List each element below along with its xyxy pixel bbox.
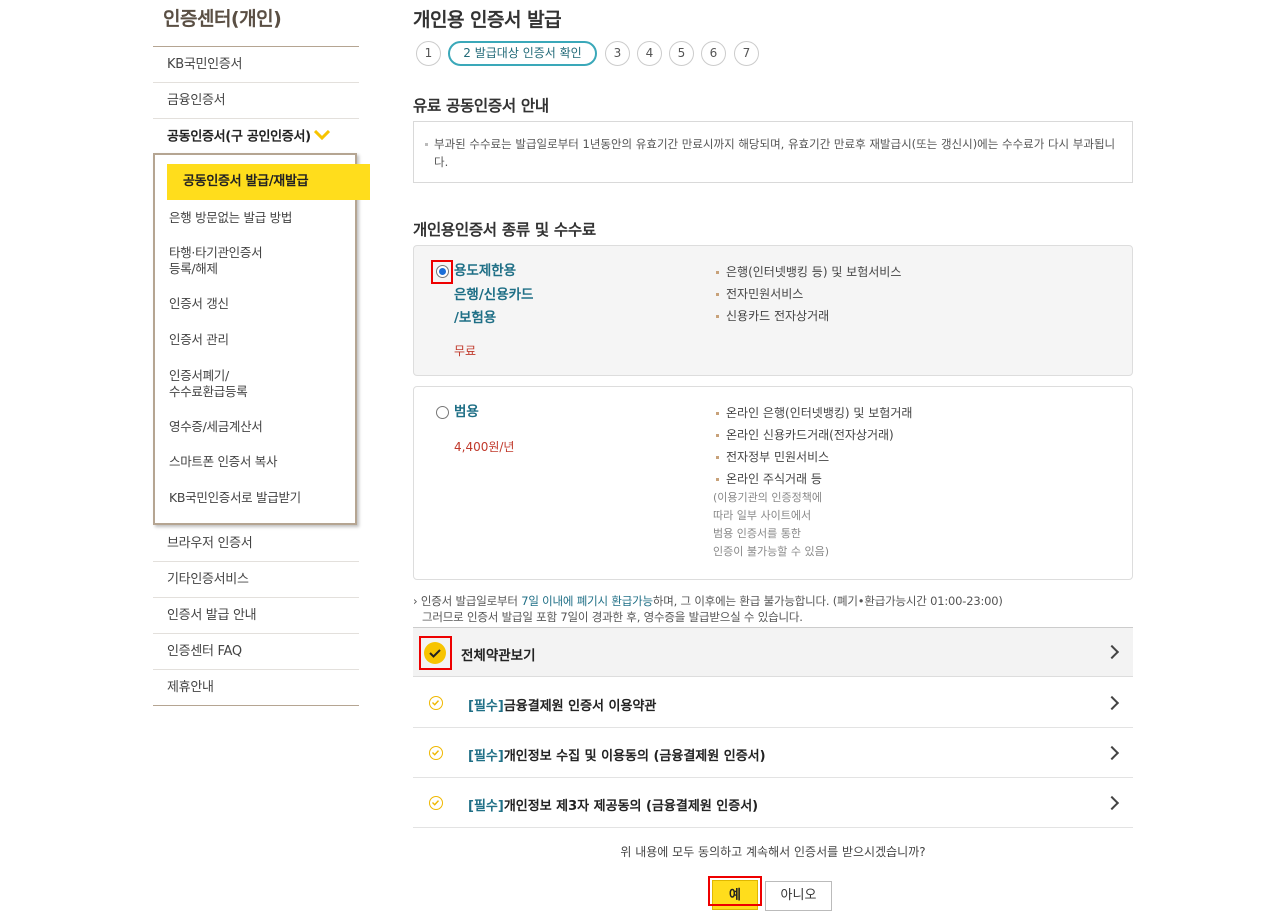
submenu-item-register[interactable]: 타행·타기관인증서 등록/해제	[169, 245, 263, 277]
submenu-item-receipt[interactable]: 영수증/세금계산서	[169, 419, 263, 435]
highlight-box	[419, 636, 452, 670]
step-1: 1	[416, 41, 441, 66]
page-title: 개인용 인증서 발급	[413, 9, 562, 31]
check-circle-icon[interactable]	[429, 696, 443, 710]
sidebar-item-kb-cert[interactable]: KB국민인증서	[153, 47, 359, 83]
agreement-label: [필수]개인정보 제3자 제공동의 (금융결제원 인증서)	[468, 799, 759, 814]
plan-name-limited: 용도제한용 은행/신용카드 /보험용	[454, 263, 534, 326]
sidebar-item-partnership[interactable]: 제휴안내	[153, 670, 359, 706]
submenu-item-issue[interactable]: 공동인증서 발급/재발급	[167, 164, 370, 200]
sidebar-item-other-services[interactable]: 기타인증서비스	[153, 562, 359, 598]
plan-price-limited: 무료	[454, 344, 477, 358]
step-6: 6	[701, 41, 726, 66]
submenu-item-no-visit[interactable]: 은행 방문없는 발급 방법	[169, 210, 292, 226]
chevron-right-icon	[1104, 644, 1120, 660]
agreement-row[interactable]: [필수]개인정보 수집 및 이용동의 (금융결제원 인증서)	[413, 728, 1133, 778]
sidebar-item-faq[interactable]: 인증센터 FAQ	[153, 634, 359, 670]
chevron-right-icon	[1104, 795, 1120, 811]
plan-price-general: 4,400원/년	[454, 440, 515, 454]
plan-radio-general[interactable]	[436, 406, 449, 419]
plan-feature: 은행(인터넷뱅킹 등) 및 보험서비스	[716, 263, 901, 280]
fee-section-title: 개인용인증서 종류 및 수수료	[413, 221, 596, 239]
sidebar-item-browser-cert[interactable]: 브라우저 인증서	[153, 526, 359, 562]
submenu-item-manage[interactable]: 인증서 관리	[169, 332, 229, 348]
bullet-icon	[425, 143, 428, 146]
plan-feature: 신용카드 전자상거래	[716, 307, 829, 324]
step-4: 4	[637, 41, 662, 66]
step-2-current: 2 발급대상 인증서 확인	[448, 41, 597, 66]
sidebar-item-label: 공동인증서(구 공인인증서)	[167, 129, 311, 145]
refund-notice: › 인증서 발급일로부터 7일 이내에 폐기시 환급가능하며, 그 이후에는 환…	[413, 594, 1003, 624]
chevron-down-icon	[313, 119, 330, 155]
all-agree-label: 전체약관보기	[461, 648, 536, 664]
chevron-right-icon	[1104, 695, 1120, 711]
plan-feature: 온라인 신용카드거래(전자상거래)	[716, 426, 894, 443]
submenu-item-kb-issue[interactable]: KB국민인증서로 발급받기	[169, 490, 301, 506]
no-button[interactable]: 아니오	[765, 881, 832, 911]
agreement-row[interactable]: [필수]금융결제원 인증서 이용약관	[413, 678, 1133, 728]
sidebar-submenu: 공동인증서 발급/재발급 은행 방문없는 발급 방법 타행·타기관인증서 등록/…	[153, 153, 370, 525]
step-7: 7	[734, 41, 759, 66]
notice-box: 부과된 수수료는 발급일로부터 1년동안의 유효기간 만료시까지 해당되며, 유…	[413, 121, 1133, 183]
sidebar-item-issue-guide[interactable]: 인증서 발급 안내	[153, 598, 359, 634]
check-circle-icon[interactable]	[429, 746, 443, 760]
submenu-item-renew[interactable]: 인증서 갱신	[169, 296, 229, 312]
plan-feature: 전자정부 민원서비스	[716, 448, 829, 465]
submenu-item-revoke[interactable]: 인증서폐기/ 수수료환급등록	[169, 368, 248, 400]
notice-section-title: 유료 공동인증서 안내	[413, 97, 549, 115]
submenu-item-smartphone-copy[interactable]: 스마트폰 인증서 복사	[169, 454, 277, 470]
all-agree-row[interactable]: 전체약관보기	[413, 627, 1133, 677]
plan-note: (이용기관의 인증정책에 따라 일부 사이트에서 범용 인증서를 통한 인증이 …	[713, 491, 829, 558]
plan-radio-limited[interactable]	[436, 265, 449, 278]
highlight-box	[708, 876, 762, 906]
confirm-question: 위 내용에 모두 동의하고 계속해서 인증서를 받으시겠습니까?	[620, 845, 926, 859]
plan-feature: 온라인 주식거래 등	[716, 470, 822, 487]
agreement-label: [필수]개인정보 수집 및 이용동의 (금융결제원 인증서)	[468, 749, 766, 764]
plan-feature: 전자민원서비스	[716, 285, 803, 302]
agreement-row[interactable]: [필수]개인정보 제3자 제공동의 (금융결제원 인증서)	[413, 778, 1133, 828]
sidebar-title: 인증센터(개인)	[163, 8, 282, 30]
plan-name-general: 범용	[454, 404, 479, 420]
plan-feature: 온라인 은행(인터넷뱅킹) 및 보험거래	[716, 404, 912, 421]
sidebar-item-joint-cert[interactable]: 공동인증서(구 공인인증서)	[153, 119, 359, 155]
notice-text: 부과된 수수료는 발급일로부터 1년동안의 유효기간 만료시까지 해당되며, 유…	[434, 137, 1116, 169]
step-5: 5	[669, 41, 694, 66]
check-circle-icon[interactable]	[429, 796, 443, 810]
agreement-label: [필수]금융결제원 인증서 이용약관	[468, 699, 657, 714]
sidebar-item-financial-cert[interactable]: 금융인증서	[153, 83, 359, 119]
step-3: 3	[605, 41, 630, 66]
chevron-right-icon	[1104, 745, 1120, 761]
